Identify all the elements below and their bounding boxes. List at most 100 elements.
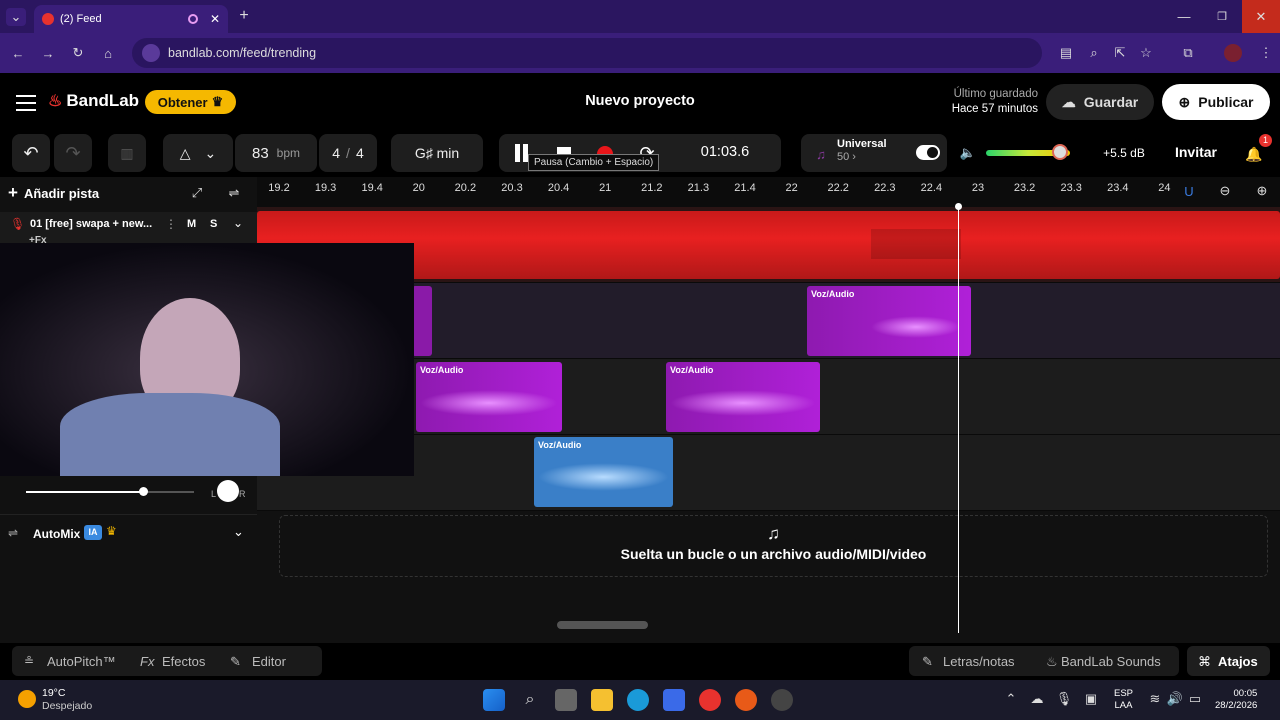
- pause-button[interactable]: [515, 144, 529, 162]
- close-tab-icon[interactable]: ✕: [210, 12, 220, 26]
- publicar-button[interactable]: ⊕ Publicar: [1162, 84, 1270, 120]
- tray-mic-icon[interactable]: 🎙: [1056, 691, 1073, 706]
- chrome-icon[interactable]: [699, 689, 721, 711]
- volume-icon[interactable]: 🔈: [958, 144, 978, 162]
- clip-label: Voz/Audio: [811, 289, 855, 299]
- edge-icon[interactable]: [627, 689, 649, 711]
- clock[interactable]: 00:05 28/2/2026: [1215, 688, 1257, 712]
- track-expand-icon[interactable]: ⌄: [233, 216, 243, 230]
- snap-magnet-icon[interactable]: U: [1181, 183, 1197, 199]
- mute-button[interactable]: M: [187, 218, 196, 230]
- app-icon[interactable]: [771, 689, 793, 711]
- track-menu-icon[interactable]: ⋮: [165, 217, 177, 231]
- project-title[interactable]: Nuevo proyecto: [540, 93, 740, 109]
- battery-icon[interactable]: ▭: [1188, 691, 1202, 706]
- solo-button[interactable]: S: [210, 218, 217, 230]
- extensions-icon[interactable]: ⧉: [1180, 45, 1196, 61]
- timeline-ruler[interactable]: U ⊖ ⊕ 19.2 19.3 19.4 20 20.2 20.3 20.4 21 21.2 21…: [257, 177, 1280, 207]
- playhead-handle[interactable]: [955, 203, 962, 210]
- minimize-icon[interactable]: —: [1176, 8, 1192, 24]
- zoom-out-icon[interactable]: ⊖: [1217, 183, 1233, 199]
- automix-chevron-icon[interactable]: ⌄: [233, 524, 244, 540]
- horizontal-scrollbar[interactable]: [557, 621, 648, 629]
- install-app-icon[interactable]: ⇱: [1112, 45, 1128, 61]
- start-icon[interactable]: [483, 689, 505, 711]
- drop-zone[interactable]: ♫ Suelta un bucle o un archivo audio/MID…: [279, 515, 1268, 577]
- reload-icon[interactable]: ↻: [70, 45, 86, 61]
- playhead[interactable]: [958, 207, 959, 633]
- close-window-icon[interactable]: ✕: [1242, 0, 1280, 33]
- letras-button[interactable]: Letras/notas: [943, 654, 1015, 669]
- track-volume-thumb[interactable]: [139, 487, 148, 496]
- maximize-icon[interactable]: ❐: [1214, 8, 1230, 24]
- hamburger-menu-icon[interactable]: [16, 95, 36, 111]
- add-track-button[interactable]: + Añadir pista: [8, 181, 118, 205]
- track-name[interactable]: 01 [free] swapa + new...: [30, 218, 152, 230]
- home-icon[interactable]: ⌂: [100, 45, 116, 61]
- chrome-menu-icon[interactable]: ⋮: [1258, 45, 1274, 61]
- file-explorer-icon[interactable]: [591, 689, 613, 711]
- mixer-icon[interactable]: ⇌: [225, 185, 243, 201]
- bell-icon[interactable]: 🔔: [1244, 144, 1264, 164]
- task-view-icon[interactable]: [555, 689, 577, 711]
- automation-icon[interactable]: ⤢: [188, 185, 206, 201]
- zoom-icon[interactable]: ⌕: [1086, 45, 1102, 61]
- undo-icon[interactable]: ↶: [12, 134, 50, 172]
- guardar-button[interactable]: ☁ Guardar: [1046, 84, 1154, 120]
- volume-knob[interactable]: [1051, 144, 1068, 160]
- automix-row[interactable]: ⇌ AutoMix IA ♛ ⌄: [0, 514, 257, 550]
- chevron-down-icon[interactable]: ⌄: [205, 145, 217, 162]
- mastering-icon[interactable]: ♫: [812, 145, 830, 163]
- language-indicator[interactable]: ESP LAA: [1114, 688, 1133, 712]
- new-tab-icon[interactable]: +: [236, 7, 252, 24]
- cloud-upload-icon: ☁: [1061, 93, 1076, 110]
- metronome-control[interactable]: △ ⌄: [163, 134, 233, 172]
- ruler-tick-label: 21.3: [687, 182, 710, 194]
- obtener-button[interactable]: Obtener ♛: [145, 90, 236, 114]
- pan-knob[interactable]: [217, 480, 239, 502]
- voz-audio-clip[interactable]: Voz/Audio: [807, 286, 971, 356]
- mastering-preset[interactable]: Universal 50 ›: [837, 138, 887, 164]
- tab-title: (2) Feed: [60, 13, 102, 25]
- autopitch-button[interactable]: AutoPitch™: [47, 654, 116, 669]
- url-field[interactable]: bandlab.com/feed/trending: [132, 38, 1042, 68]
- time-signature[interactable]: 4 / 4: [319, 134, 377, 172]
- bpm-field[interactable]: 83 bpm: [235, 134, 317, 172]
- mastering-toggle[interactable]: [916, 145, 940, 160]
- efectos-button[interactable]: Efectos: [162, 654, 205, 669]
- speaker-icon[interactable]: 🔊: [1167, 691, 1183, 706]
- profile-avatar[interactable]: [1224, 44, 1242, 62]
- redo-icon[interactable]: ↷: [54, 134, 92, 172]
- browser-tab[interactable]: (2) Feed ✕: [34, 5, 228, 33]
- search-icon[interactable]: ⌕: [519, 689, 541, 711]
- weather-widget[interactable]: 19°C Despejado: [42, 687, 92, 713]
- bandlab-logo[interactable]: ♨ BandLab: [48, 91, 139, 111]
- tray-chevron-icon[interactable]: ⌃: [1004, 691, 1018, 706]
- voz-audio-clip[interactable]: Voz/Audio: [534, 437, 673, 507]
- bandlab-logo-icon: ♨: [48, 93, 63, 110]
- tab-list-chevron-icon[interactable]: ⌄: [6, 8, 26, 26]
- key-selector[interactable]: G♯ min: [391, 134, 483, 172]
- forward-icon[interactable]: →: [40, 45, 56, 61]
- reader-icon[interactable]: ▤: [1058, 45, 1074, 61]
- store-icon[interactable]: [663, 689, 685, 711]
- voz-audio-clip[interactable]: Voz/Audio: [666, 362, 820, 432]
- ruler-tick-label: 23: [971, 182, 985, 194]
- invitar-button[interactable]: Invitar: [1170, 144, 1222, 160]
- bookmark-star-icon[interactable]: ☆: [1138, 45, 1154, 61]
- ruler-tick-label: 19.4: [361, 182, 383, 194]
- purple-clip-fragment[interactable]: [412, 286, 432, 356]
- voz-audio-clip[interactable]: Voz/Audio: [416, 362, 562, 432]
- pencil-icon: ✎: [230, 654, 241, 669]
- wifi-icon[interactable]: ≋: [1148, 691, 1162, 706]
- bpm-value: 83: [251, 144, 269, 162]
- ea-icon[interactable]: [735, 689, 757, 711]
- piano-icon[interactable]: ▥: [108, 134, 146, 172]
- zoom-in-icon[interactable]: ⊕: [1254, 183, 1270, 199]
- back-icon[interactable]: ←: [10, 45, 26, 61]
- sounds-button[interactable]: BandLab Sounds: [1061, 654, 1161, 669]
- editor-button[interactable]: Editor: [252, 654, 286, 669]
- site-info-icon[interactable]: [142, 44, 160, 62]
- tray-cloud-icon[interactable]: ☁: [1030, 691, 1044, 706]
- tray-display-icon[interactable]: ▣: [1084, 691, 1098, 706]
